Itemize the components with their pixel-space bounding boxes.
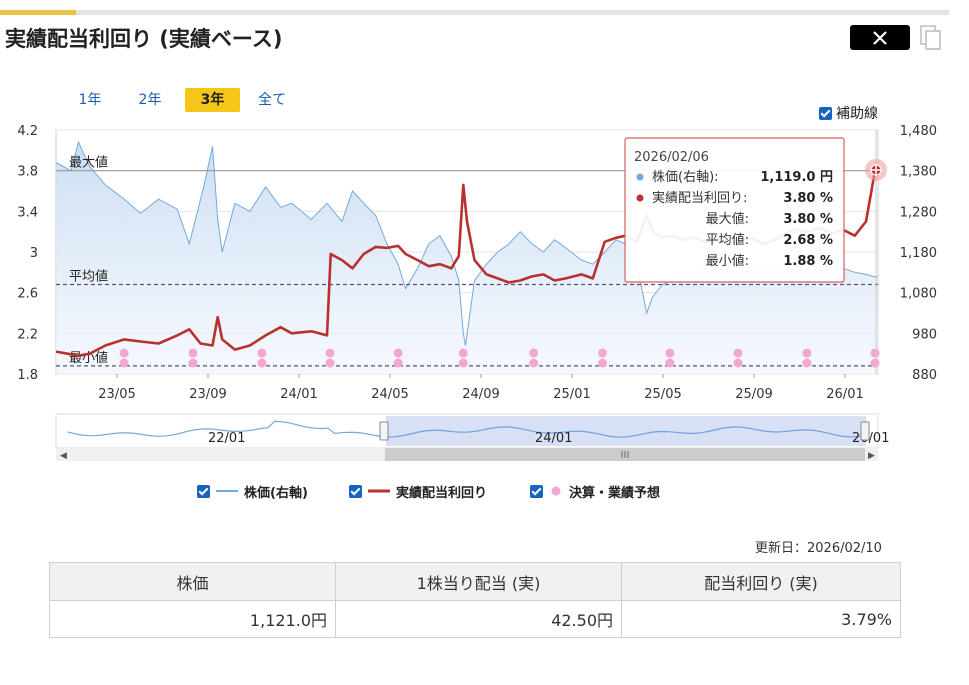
event-marker[interactable] [529, 348, 539, 358]
legend-price[interactable]: 株価(右軸) [197, 481, 308, 501]
y-right-tick: 880 [912, 368, 937, 383]
summary-table: 株価 1株当り配当 (実) 配当利回り (実) 1,121.0円 42.50円 … [49, 562, 901, 638]
yield-chart: 最大値平均値最小値 4.2 3.8 3.4 3 2.6 2.2 1.8 1,480 1,380 1… [17, 124, 937, 461]
tooltip-value-avg: 2.68 % [783, 233, 833, 248]
event-marker[interactable] [665, 358, 675, 368]
event-marker[interactable] [458, 348, 468, 358]
legend-price-checkbox[interactable] [197, 484, 210, 498]
reference-label: 平均値 [69, 269, 108, 285]
tooltip-price-dot [636, 173, 644, 181]
summary-header-row: 株価 1株当り配当 (実) 配当利回り (実) [49, 562, 901, 601]
event-marker[interactable] [598, 358, 608, 368]
value-price: 1,121.0円 [49, 600, 336, 638]
y-left-tick: 3 [30, 246, 38, 261]
y-right-tick: 980 [912, 327, 937, 342]
y-left-tick: 2.6 [17, 287, 38, 302]
tooltip-label-price: 株価(右軸): [652, 170, 719, 185]
legend-price-label: 株価(右軸) [244, 485, 308, 501]
event-marker[interactable] [188, 358, 198, 368]
x-tick: 24/01 [280, 387, 317, 402]
hover-marker [865, 159, 887, 181]
tooltip-label-max: 最大値: [706, 211, 749, 227]
y-left-tick: 3.8 [17, 165, 38, 180]
value-dividend: 42.50円 [335, 600, 622, 638]
event-marker[interactable] [529, 358, 539, 368]
tooltip-date: 2026/02/06 [634, 150, 709, 165]
header-yield: 配当利回り (実) [621, 562, 901, 601]
tooltip-value-min: 1.88 % [783, 254, 833, 269]
legend-price-swatch [216, 490, 238, 492]
tooltip-value-max: 3.80 % [783, 212, 833, 227]
tooltip-value-yield: 3.80 % [783, 191, 833, 206]
event-marker[interactable] [188, 348, 198, 358]
navigator-right-handle[interactable] [860, 421, 870, 441]
event-marker[interactable] [870, 358, 880, 368]
updated-date: 更新日：2026/02/10 [755, 541, 882, 556]
tooltip-yield-dot [636, 194, 644, 202]
x-tick: 25/05 [644, 387, 681, 402]
reference-label: 最小値 [69, 350, 108, 366]
x-tick: 25/01 [553, 387, 590, 402]
event-marker[interactable] [733, 358, 743, 368]
scroll-right-arrow[interactable]: ▶ [868, 451, 875, 461]
event-marker[interactable] [870, 348, 880, 358]
legend-yield[interactable]: 実績配当利回り [349, 481, 487, 501]
y-right-tick: 1,180 [900, 246, 937, 261]
y-right-tick: 1,480 [900, 124, 937, 139]
scroll-left-arrow[interactable]: ◀ [60, 451, 67, 461]
tooltip-label-avg: 平均値: [706, 232, 749, 248]
x-tick: 24/05 [371, 387, 408, 402]
navigator-selection[interactable] [386, 416, 866, 446]
legend-yield-label: 実績配当利回り [396, 485, 488, 501]
value-yield: 3.79% [621, 600, 901, 638]
x-tick: 24/09 [462, 387, 499, 402]
event-marker[interactable] [119, 348, 129, 358]
chart-tooltip: 2026/02/06 株価(右軸): 1,119.0 円 実績配当利回り: 3.… [624, 137, 845, 283]
event-marker[interactable] [665, 348, 675, 358]
event-marker[interactable] [458, 358, 468, 368]
event-marker[interactable] [325, 348, 335, 358]
event-marker[interactable] [257, 358, 267, 368]
tooltip-label-yield: 実績配当利回り: [652, 190, 747, 206]
y-right-tick: 1,080 [900, 287, 937, 302]
event-marker[interactable] [257, 348, 267, 358]
y-right-tick: 1,380 [900, 165, 937, 180]
event-marker[interactable] [598, 348, 608, 358]
event-marker[interactable] [802, 348, 812, 358]
event-marker[interactable] [325, 358, 335, 368]
range-navigator[interactable]: 22/01 24/01 26/01 ◀ ▶ [55, 413, 889, 461]
event-marker[interactable] [119, 358, 129, 368]
legend-yield-checkbox[interactable] [349, 484, 362, 498]
tooltip-value-price: 1,119.0 円 [760, 170, 833, 185]
header-price: 株価 [49, 562, 336, 601]
x-tick: 23/05 [98, 387, 135, 402]
event-marker[interactable] [733, 348, 743, 358]
event-marker[interactable] [393, 358, 403, 368]
header-dividend: 1株当り配当 (実) [335, 562, 622, 601]
y-left-tick: 1.8 [17, 368, 38, 383]
nav-label-2: 24/01 [535, 431, 572, 446]
y-left-tick: 4.2 [17, 124, 38, 139]
legend-events-swatch [551, 486, 561, 496]
summary-value-row: 1,121.0円 42.50円 3.79% [49, 600, 901, 638]
tooltip-label-min: 最小値: [706, 253, 749, 269]
x-tick: 26/01 [826, 387, 863, 402]
y-right-tick: 1,280 [900, 205, 937, 220]
x-tick: 23/09 [189, 387, 226, 402]
navigator-left-handle[interactable] [379, 421, 389, 441]
nav-label-1: 22/01 [208, 431, 245, 446]
event-marker[interactable] [393, 348, 403, 358]
legend-yield-swatch [368, 489, 390, 493]
y-left-tick: 3.4 [17, 205, 38, 220]
legend-events-checkbox[interactable] [530, 484, 543, 498]
y-left-tick: 2.2 [17, 327, 38, 342]
event-marker[interactable] [802, 358, 812, 368]
reference-label: 最大値 [69, 155, 108, 171]
nav-label-3: 26/01 [852, 431, 889, 446]
legend-events[interactable]: 決算・業績予想 [530, 481, 660, 501]
x-tick: 25/09 [735, 387, 772, 402]
legend-events-label: 決算・業績予想 [569, 485, 661, 501]
